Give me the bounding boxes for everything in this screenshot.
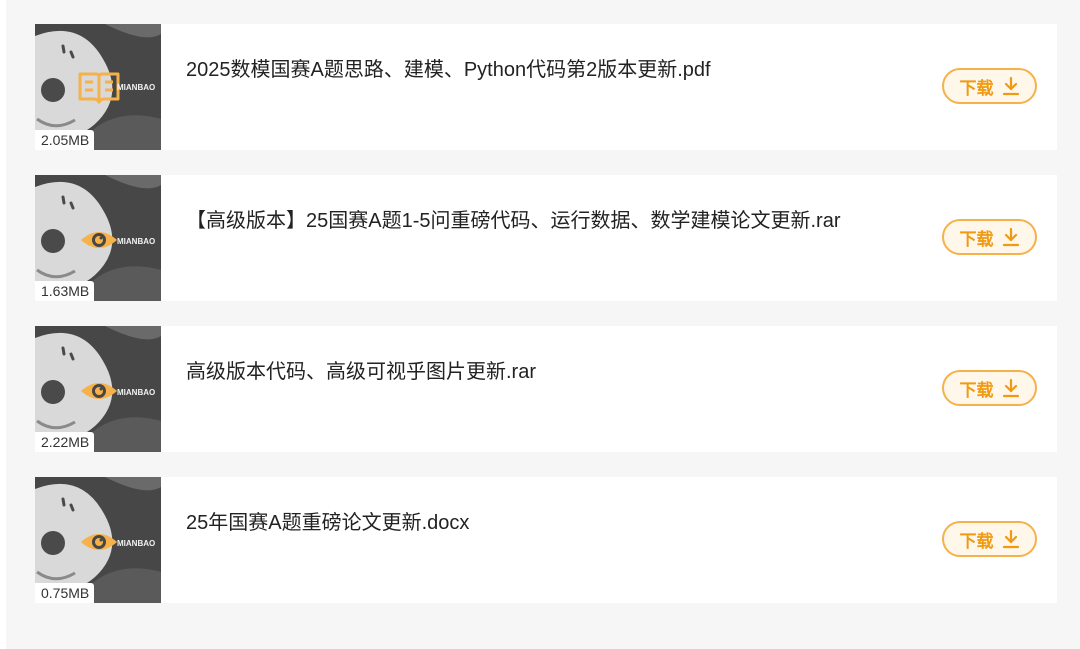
- svg-text:MIANBAO: MIANBAO: [117, 539, 155, 548]
- file-name[interactable]: 2025数模国赛A题思路、建模、Python代码第2版本更新.pdf: [186, 53, 946, 82]
- file-list: MIANBAO 2.05MB 2025数模国赛A题思路、建模、Python代码第…: [6, 0, 1080, 649]
- file-thumbnail: MIANBAO 1.63MB: [35, 175, 161, 301]
- download-label: 下载: [959, 380, 994, 400]
- download-arrow-icon: [1002, 529, 1019, 549]
- download-button[interactable]: 下载: [942, 521, 1037, 557]
- file-name[interactable]: 高级版本代码、高级可视乎图片更新.rar: [186, 355, 946, 384]
- file-thumbnail: MIANBAO 0.75MB: [35, 477, 161, 603]
- download-label: 下载: [959, 78, 994, 98]
- svg-text:MIANBAO: MIANBAO: [117, 237, 155, 246]
- file-thumbnail: MIANBAO 2.05MB: [35, 24, 161, 150]
- file-thumbnail: MIANBAO 2.22MB: [35, 326, 161, 452]
- download-label: 下载: [959, 229, 994, 249]
- eye-icon: [81, 383, 117, 399]
- brand-mark: MIANBAO: [117, 237, 155, 246]
- eye-icon: [81, 232, 117, 248]
- download-arrow-icon: [1002, 378, 1019, 398]
- file-size-badge: 2.22MB: [35, 432, 95, 452]
- brand-mark: MIANBAO: [117, 83, 155, 92]
- file-list-panel: MIANBAO 2.05MB 2025数模国赛A题思路、建模、Python代码第…: [6, 0, 1080, 649]
- eye-icon: [81, 534, 117, 550]
- file-name[interactable]: 25年国赛A题重磅论文更新.docx: [186, 506, 946, 535]
- file-size-badge: 1.63MB: [35, 281, 95, 301]
- download-button[interactable]: 下载: [942, 68, 1037, 104]
- file-row: MIANBAO 0.75MB 25年国赛A题重磅论文更新.docx 下载: [35, 477, 1057, 603]
- file-row: MIANBAO 1.63MB 【高级版本】25国赛A题1-5问重磅代码、运行数据…: [35, 175, 1057, 301]
- file-name[interactable]: 【高级版本】25国赛A题1-5问重磅代码、运行数据、数学建模论文更新.rar: [186, 204, 946, 233]
- brand-mark: MIANBAO: [117, 539, 155, 548]
- download-arrow-icon: [1002, 227, 1019, 247]
- download-button[interactable]: 下载: [942, 219, 1037, 255]
- brand-mark: MIANBAO: [117, 388, 155, 397]
- file-size-badge: 2.05MB: [35, 130, 95, 150]
- download-arrow-icon: [1002, 76, 1019, 96]
- file-row: MIANBAO 2.05MB 2025数模国赛A题思路、建模、Python代码第…: [35, 24, 1057, 150]
- book-icon: [78, 72, 120, 104]
- svg-text:MIANBAO: MIANBAO: [117, 83, 155, 92]
- svg-text:MIANBAO: MIANBAO: [117, 388, 155, 397]
- download-button[interactable]: 下载: [942, 370, 1037, 406]
- file-size-badge: 0.75MB: [35, 583, 95, 603]
- file-row: MIANBAO 2.22MB 高级版本代码、高级可视乎图片更新.rar 下载: [35, 326, 1057, 452]
- download-label: 下载: [959, 531, 994, 551]
